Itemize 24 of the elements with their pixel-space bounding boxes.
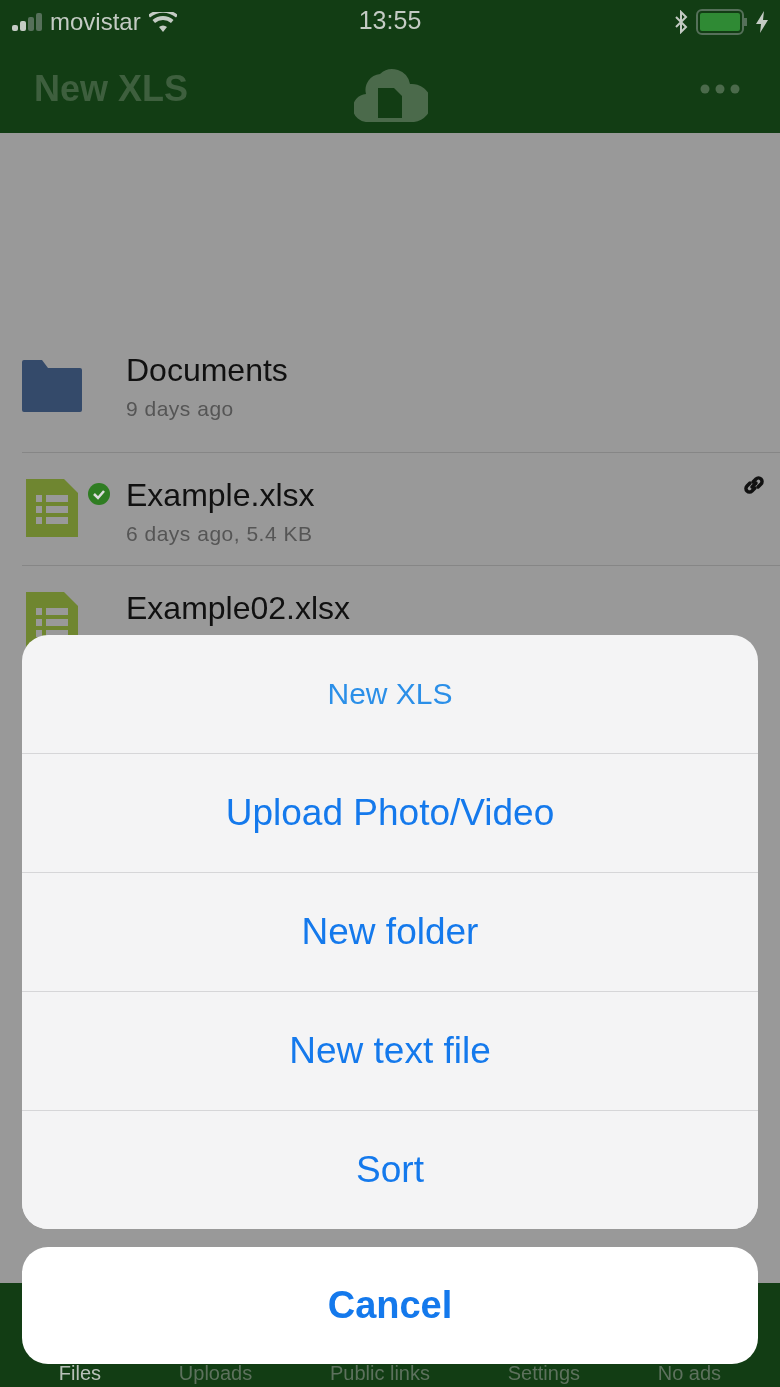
tab-item[interactable]: Files (58, 1362, 102, 1385)
tab-item[interactable]: Uploads (178, 1362, 253, 1385)
link-icon[interactable] (742, 473, 766, 497)
bluetooth-icon (674, 10, 688, 34)
cancel-button[interactable]: Cancel (22, 1247, 758, 1364)
more-icon[interactable] (700, 83, 740, 94)
sheet-action[interactable]: Sort (22, 1110, 758, 1229)
sheet-title: New XLS (326, 676, 454, 712)
file-name: Documents (126, 352, 288, 389)
file-details: 6 days ago, 5.4 KB (126, 522, 314, 546)
tab-item[interactable]: No ads (657, 1362, 722, 1385)
wifi-icon (148, 12, 177, 32)
tab-item[interactable]: Public links (329, 1362, 430, 1385)
battery-icon (696, 9, 748, 35)
carrier-name: movistar (50, 8, 141, 36)
folder-icon (22, 360, 82, 412)
clock-time: 13:55 (358, 6, 422, 35)
cloud-document-icon[interactable] (354, 66, 428, 122)
signal-icon (12, 13, 42, 31)
file-name: Example.xlsx (126, 477, 315, 514)
tab-item[interactable]: Settings (507, 1362, 580, 1385)
file-name: Example02.xlsx (126, 590, 351, 627)
file-details: 9 days ago (126, 397, 235, 421)
spreadsheet-icon (26, 479, 78, 537)
